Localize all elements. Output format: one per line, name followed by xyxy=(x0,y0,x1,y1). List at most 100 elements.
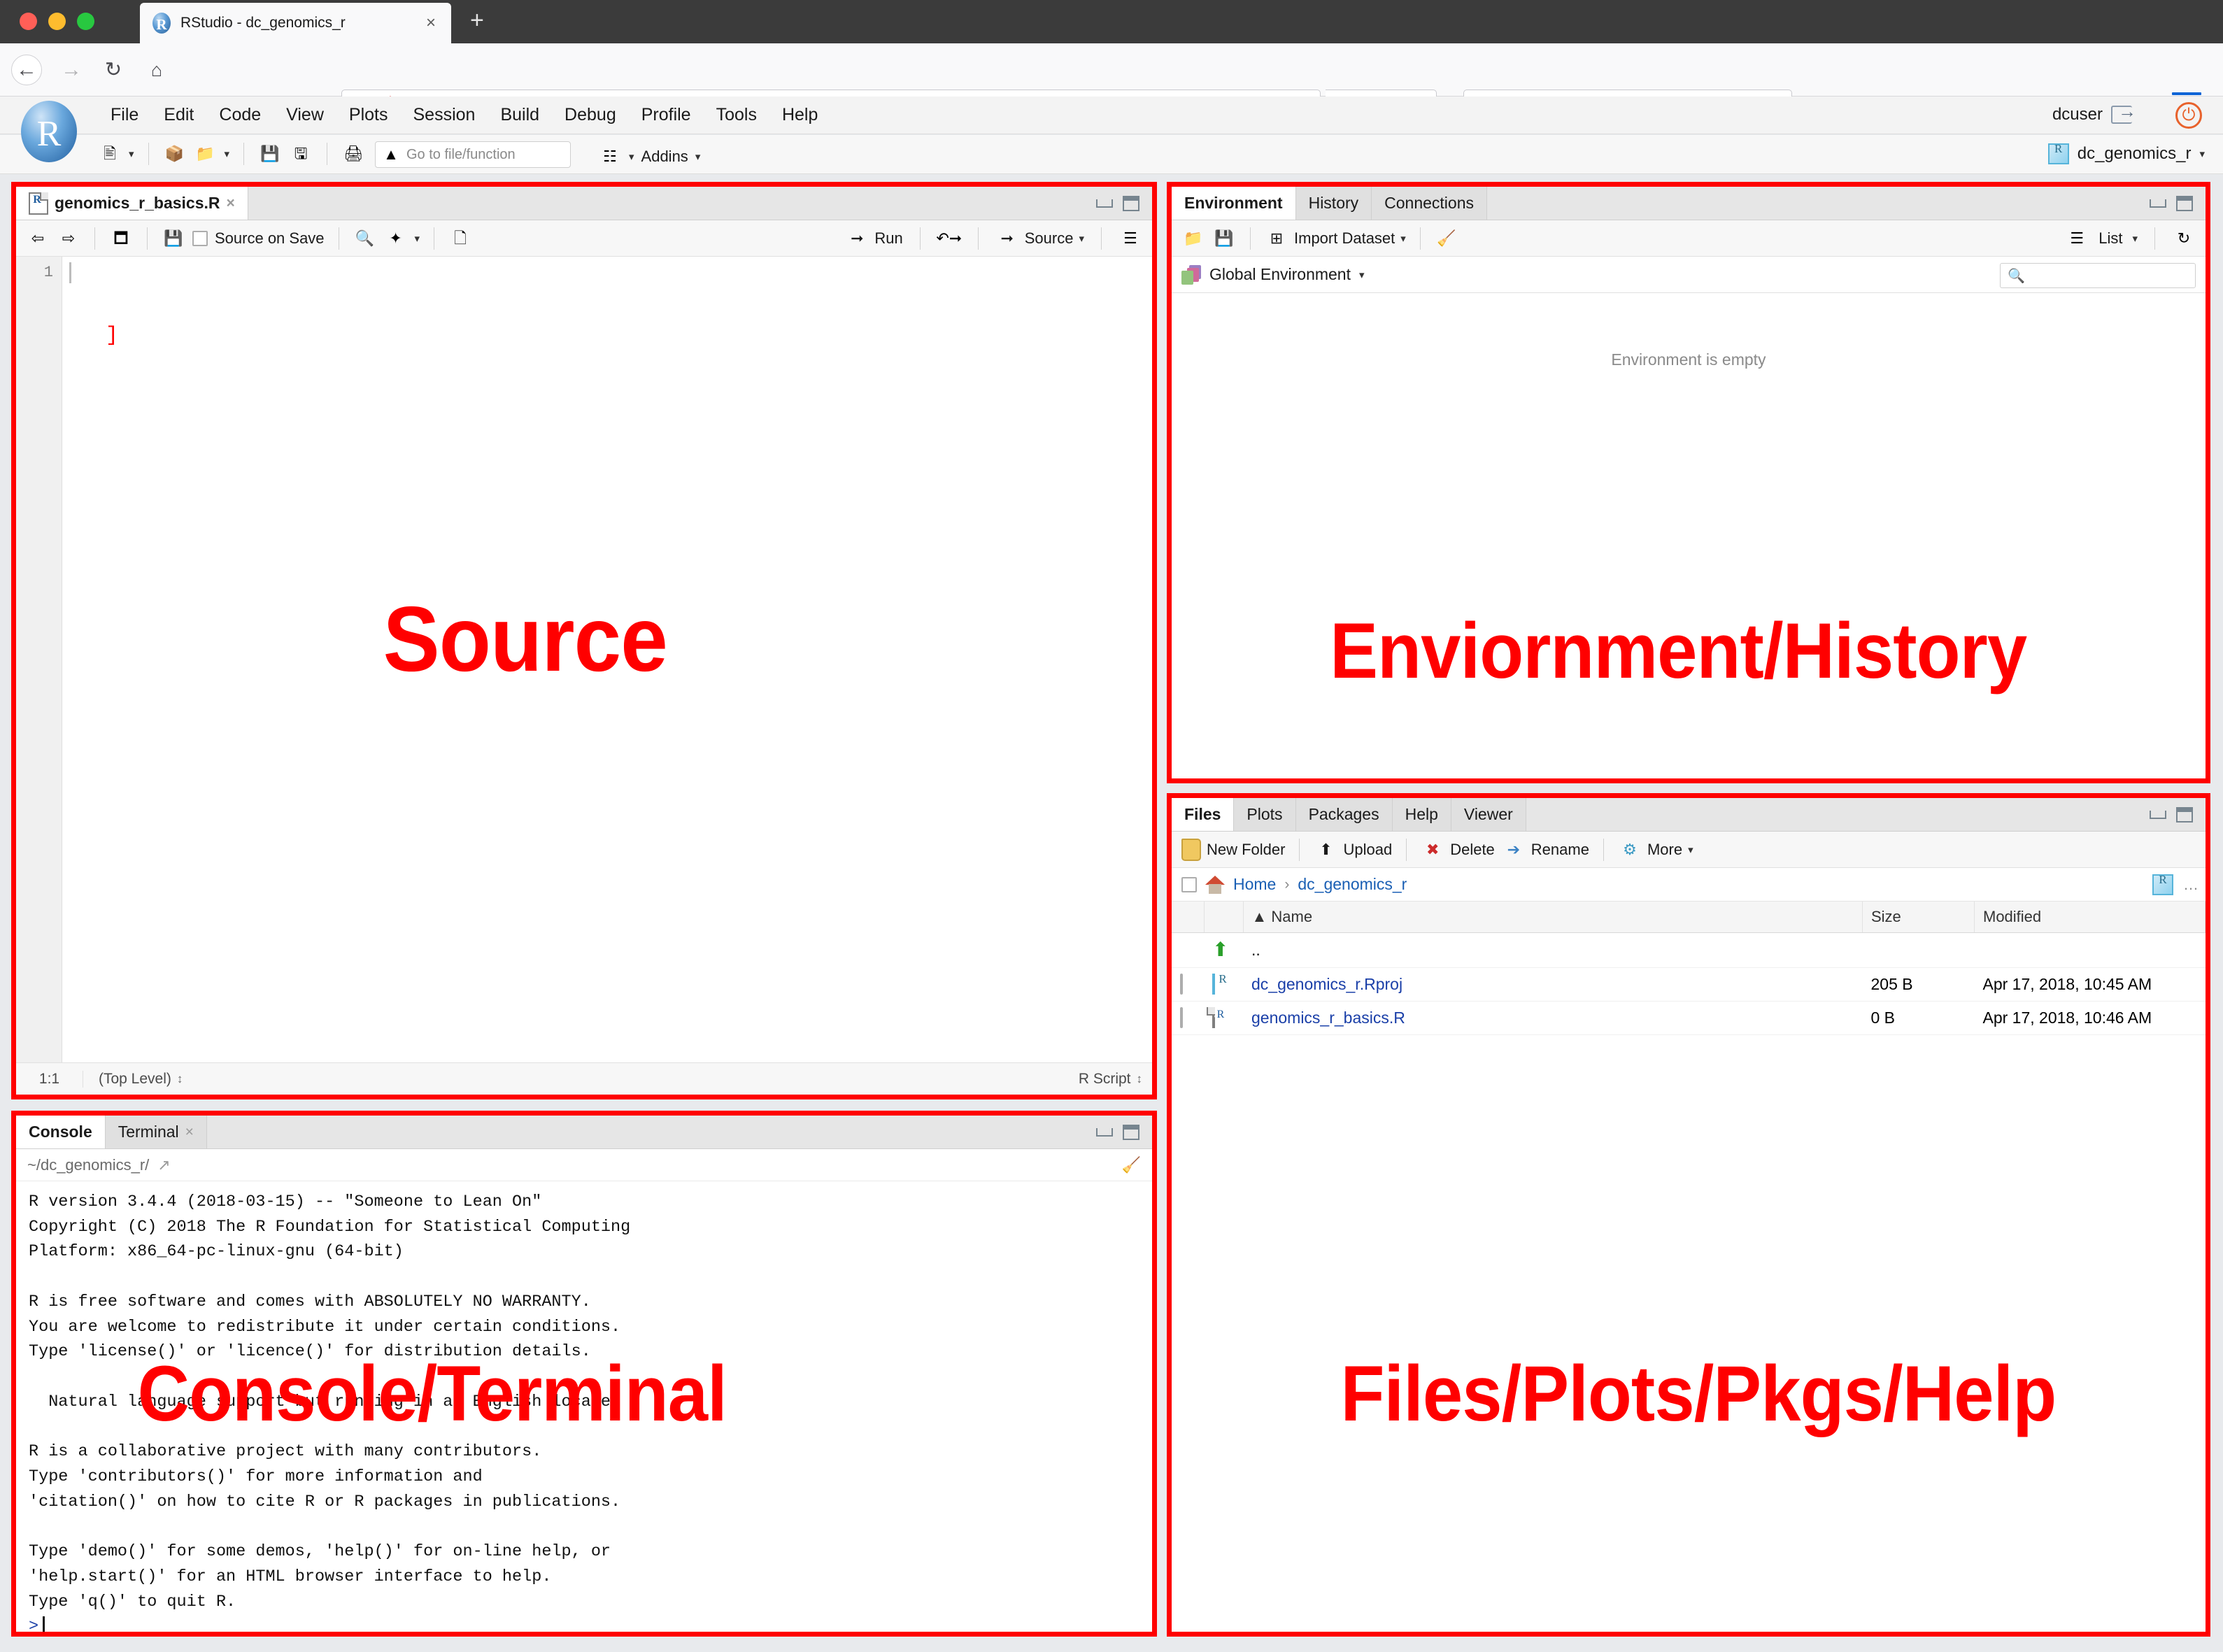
minimize-pane-icon[interactable] xyxy=(2150,199,2166,208)
table-row[interactable]: ⬆ .. xyxy=(1172,932,2206,968)
goto-file-function-input[interactable]: ▲ Go to file/function xyxy=(375,141,571,168)
menu-help[interactable]: Help xyxy=(769,101,830,129)
refresh-icon[interactable]: ↻ xyxy=(2172,227,2196,250)
save-icon[interactable]: 💾 xyxy=(162,227,185,250)
maximize-pane-icon[interactable] xyxy=(1123,195,1139,211)
col-size[interactable]: Size xyxy=(1862,902,1975,933)
menu-view[interactable]: View xyxy=(274,101,336,129)
minimize-pane-icon[interactable] xyxy=(1096,1127,1113,1137)
menu-plots[interactable]: Plots xyxy=(336,101,401,129)
menu-edit[interactable]: Edit xyxy=(151,101,206,129)
print-icon[interactable]: 🖨 xyxy=(341,142,365,166)
menu-debug[interactable]: Debug xyxy=(552,101,629,129)
environment-search-input[interactable]: 🔍 xyxy=(2000,263,2196,288)
tab-files[interactable]: Files xyxy=(1172,798,1235,831)
row-name-cell[interactable]: dc_genomics_r.Rproj xyxy=(1243,967,1863,1002)
back-navigation-icon[interactable]: ⇦ xyxy=(26,227,50,250)
logout-icon[interactable] xyxy=(2111,101,2136,124)
file-name[interactable]: .. xyxy=(1251,941,1260,959)
open-recent-chevron-icon[interactable]: ▾ xyxy=(225,148,230,160)
maximize-pane-icon[interactable] xyxy=(1123,1124,1139,1140)
delete-button[interactable]: ✖ Delete xyxy=(1421,838,1495,862)
breadcrumb-home[interactable]: Home xyxy=(1233,875,1276,894)
browser-tab[interactable]: R RStudio - dc_genomics_r × xyxy=(140,3,451,43)
source-on-save-checkbox[interactable] xyxy=(192,230,208,246)
breadcrumb-current[interactable]: dc_genomics_r xyxy=(1298,875,1407,894)
minimize-pane-icon[interactable] xyxy=(2150,810,2166,819)
tab-help[interactable]: Help xyxy=(1392,798,1451,831)
forward-icon[interactable]: → xyxy=(56,55,87,85)
source-tab-genomics-r-basics[interactable]: genomics_r_basics.R × xyxy=(16,187,248,220)
show-in-new-window-icon[interactable]: 🗖 xyxy=(109,227,133,250)
code-tools-chevron-icon[interactable]: ▾ xyxy=(415,232,420,245)
more-options-icon[interactable]: … xyxy=(2183,876,2199,894)
menu-session[interactable]: Session xyxy=(401,101,488,129)
pane-layout-chevron-icon[interactable]: ▾ xyxy=(629,150,634,163)
menu-tools[interactable]: Tools xyxy=(704,101,769,129)
pane-layout-icon[interactable]: ☷ xyxy=(598,145,622,169)
console-output[interactable]: R version 3.4.4 (2018-03-15) -- "Someone… xyxy=(16,1181,1152,1632)
close-icon[interactable]: × xyxy=(185,1124,194,1141)
tab-environment[interactable]: Environment xyxy=(1172,187,1296,220)
scope-selector[interactable]: (Top Level) ↕ xyxy=(83,1071,183,1088)
menu-code[interactable]: Code xyxy=(206,101,274,129)
find-replace-icon[interactable]: 🔍 xyxy=(353,227,377,250)
code-editor[interactable]: 1 ] xyxy=(16,257,1152,1062)
menu-profile[interactable]: Profile xyxy=(629,101,704,129)
clear-console-broom-icon[interactable]: 🧹 xyxy=(1122,1156,1141,1174)
save-icon[interactable]: 💾 xyxy=(258,142,282,166)
rename-button[interactable]: ➔ Rename xyxy=(1502,838,1589,862)
tab-viewer[interactable]: Viewer xyxy=(1451,798,1526,831)
tab-packages[interactable]: Packages xyxy=(1295,798,1393,831)
chevron-down-icon[interactable]: ▾ xyxy=(129,148,134,160)
close-icon[interactable]: × xyxy=(422,15,440,31)
source-button[interactable]: ➞ Source ▾ xyxy=(995,227,1084,250)
editor-text-area[interactable]: ] xyxy=(62,257,1152,1062)
show-directory-icon[interactable]: ↗ xyxy=(157,1156,170,1174)
list-mode-label[interactable]: List xyxy=(2098,229,2122,248)
maximize-pane-icon[interactable] xyxy=(2176,195,2193,211)
tab-history[interactable]: History xyxy=(1295,187,1372,220)
back-icon[interactable]: ← xyxy=(11,55,42,85)
select-all-checkbox[interactable] xyxy=(1181,876,1197,892)
chevron-down-icon[interactable]: ▾ xyxy=(1688,843,1693,856)
open-file-icon[interactable]: 📁 xyxy=(194,142,218,166)
project-indicator[interactable]: dc_genomics_r ▾ xyxy=(2047,142,2205,164)
maximize-pane-icon[interactable] xyxy=(2176,806,2193,823)
addins-label[interactable]: Addins xyxy=(641,148,688,166)
new-project-icon[interactable]: 📦 xyxy=(163,142,187,166)
power-quit-icon[interactable]: ⏻ xyxy=(2175,102,2202,129)
reload-icon[interactable]: ↻ xyxy=(98,55,129,85)
environment-scope-label[interactable]: Global Environment xyxy=(1209,265,1351,284)
close-icon[interactable]: × xyxy=(227,195,235,212)
tab-terminal[interactable]: Terminal × xyxy=(105,1116,207,1148)
rproject-icon[interactable] xyxy=(2152,873,2173,895)
forward-navigation-icon[interactable]: ⇨ xyxy=(57,227,80,250)
menu-build[interactable]: Build xyxy=(488,101,552,129)
maximize-window-button[interactable] xyxy=(77,13,94,30)
new-file-icon[interactable]: 🖹 xyxy=(98,142,122,166)
save-workspace-icon[interactable]: 💾 xyxy=(1212,227,1236,250)
source-on-save-label[interactable]: Source on Save xyxy=(215,229,325,248)
more-button[interactable]: ⚙ More ▾ xyxy=(1618,838,1693,862)
upload-button[interactable]: ⬆ Upload xyxy=(1314,838,1392,862)
run-button[interactable]: ➞ Run xyxy=(845,227,903,250)
rerun-icon[interactable]: ↶➞ xyxy=(936,227,962,250)
import-dataset-button[interactable]: ⊞ Import Dataset ▾ xyxy=(1265,227,1406,250)
row-name-cell[interactable]: .. xyxy=(1243,932,1863,968)
col-name[interactable]: ▲ Name xyxy=(1243,902,1863,933)
home-icon[interactable] xyxy=(1205,875,1225,894)
code-tools-magic-wand-icon[interactable]: ✦ xyxy=(384,227,408,250)
chevron-down-icon[interactable]: ▾ xyxy=(1400,232,1406,245)
home-icon[interactable]: ⌂ xyxy=(141,55,172,85)
new-folder-button[interactable]: New Folder xyxy=(1181,838,1285,861)
chevron-down-icon[interactable]: ▾ xyxy=(1359,269,1365,281)
outline-toggle-icon[interactable]: ☰ xyxy=(1118,227,1142,250)
tab-plots[interactable]: Plots xyxy=(1234,798,1296,831)
clear-workspace-broom-icon[interactable]: 🧹 xyxy=(1435,227,1458,250)
tab-connections[interactable]: Connections xyxy=(1372,187,1487,220)
minimize-window-button[interactable] xyxy=(48,13,66,30)
menu-file[interactable]: File xyxy=(98,101,151,129)
file-name[interactable]: dc_genomics_r.Rproj xyxy=(1251,975,1402,993)
minimize-pane-icon[interactable] xyxy=(1096,199,1113,208)
